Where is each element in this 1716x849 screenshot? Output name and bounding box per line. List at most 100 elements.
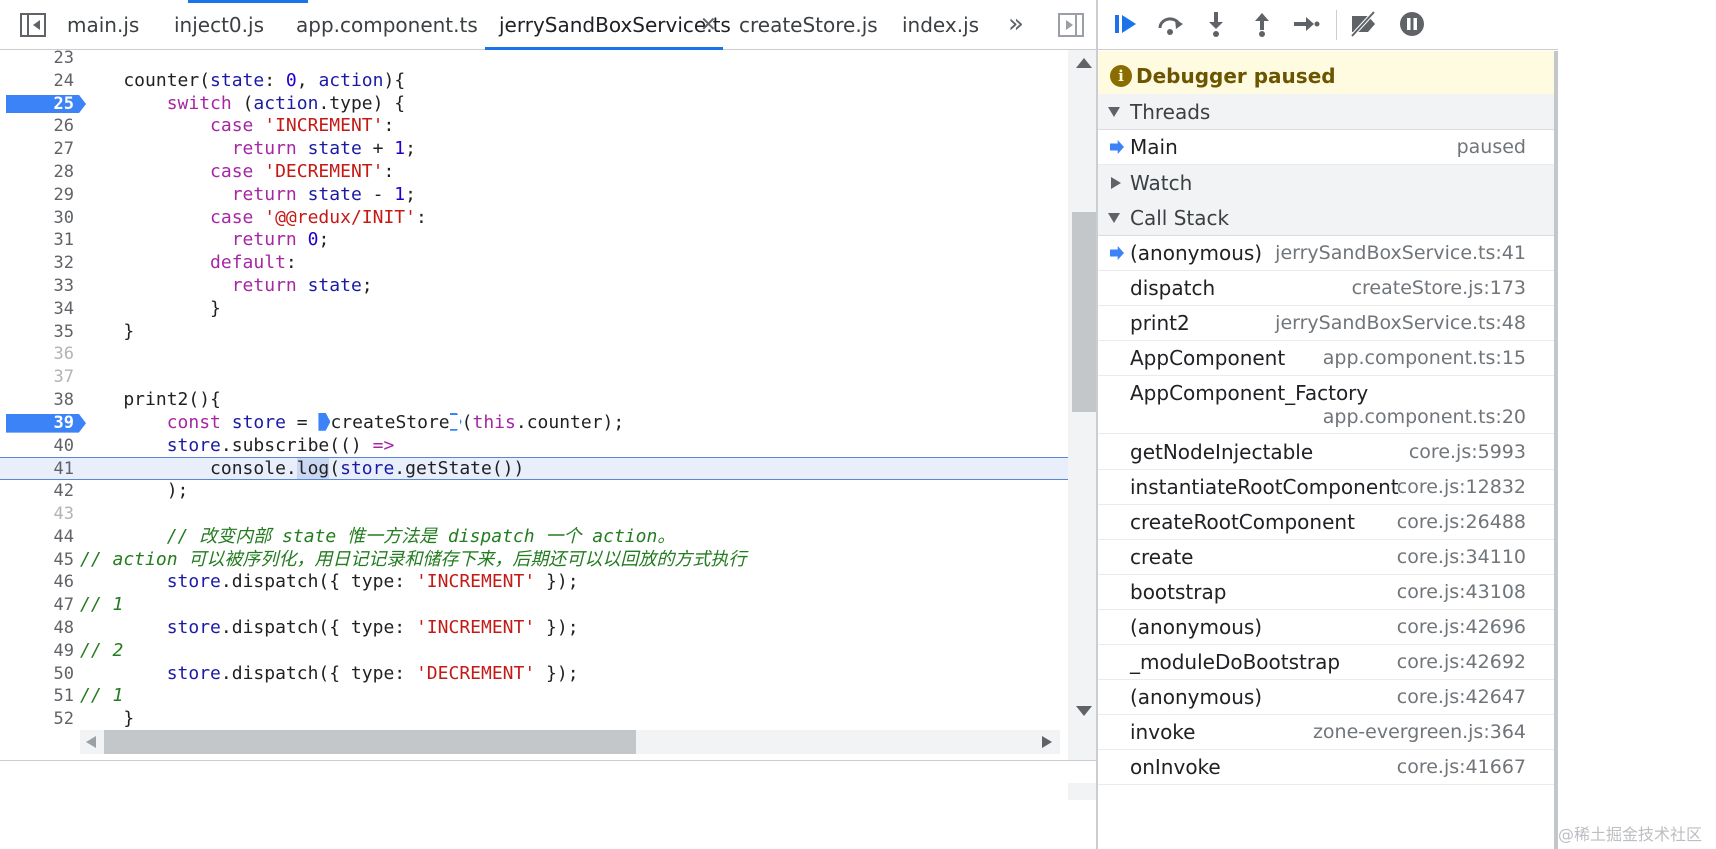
tab-main-js[interactable]: main.js [67, 0, 139, 50]
call-stack-frame[interactable]: bootstrap core.js:43108 [1098, 575, 1554, 610]
debugger-scrollbar[interactable] [1554, 51, 1558, 849]
line-number[interactable]: 35 [0, 321, 74, 344]
code-line[interactable]: 31 return 0; [0, 229, 1068, 252]
call-stack-frame[interactable]: (anonymous) core.js:42696 [1098, 610, 1554, 645]
code-line[interactable]: 32 default: [0, 252, 1068, 275]
line-number[interactable]: 36 [0, 343, 74, 366]
frame-location-link[interactable]: app.component.ts:15 [1323, 341, 1526, 376]
line-number[interactable]: 51 [0, 685, 74, 708]
code-line[interactable]: 38 print2(){ [0, 389, 1068, 412]
code-line[interactable]: 27 return state + 1; [0, 138, 1068, 161]
call-stack-frame[interactable]: _moduleDoBootstrap core.js:42692 [1098, 645, 1554, 680]
frame-location-link[interactable]: core.js:42692 [1397, 645, 1526, 680]
pause-on-exceptions-button[interactable] [1396, 10, 1428, 40]
toggle-navigator-icon[interactable] [20, 13, 46, 37]
line-number[interactable]: 41 [0, 458, 74, 481]
frame-location-link[interactable]: core.js:26488 [1397, 505, 1526, 540]
frame-location-link[interactable]: core.js:34110 [1397, 540, 1526, 575]
line-number[interactable]: 25 [0, 93, 74, 116]
code-line[interactable]: 49 // 2 [0, 640, 1068, 663]
tab-createstore-js[interactable]: createStore.js [739, 0, 878, 50]
frame-location-link[interactable]: jerrySandBoxService.ts:41 [1275, 236, 1526, 271]
line-number[interactable]: 34 [0, 298, 74, 321]
frame-location-link[interactable]: app.component.ts:20 [1323, 400, 1526, 435]
code-line[interactable]: 45 // action 可以被序列化，用日记记录和储存下来，后期还可以以回放的方… [0, 549, 1068, 572]
line-number[interactable]: 42 [0, 480, 74, 503]
line-number[interactable]: 30 [0, 207, 74, 230]
frame-location-link[interactable]: core.js:12832 [1397, 470, 1526, 505]
step-out-button[interactable] [1246, 10, 1278, 40]
code-line[interactable]: 28 case 'DECREMENT': [0, 161, 1068, 184]
code-line[interactable]: 24 counter(state: 0, action){ [0, 70, 1068, 93]
scroll-left-icon[interactable] [86, 736, 96, 748]
code-line[interactable]: 33 return state; [0, 275, 1068, 298]
thread-row-main[interactable]: Main paused [1098, 130, 1554, 165]
code-line[interactable]: 50 store.dispatch({ type: 'DECREMENT' })… [0, 663, 1068, 686]
frame-location-link[interactable]: core.js:5993 [1409, 435, 1526, 470]
line-number[interactable]: 48 [0, 617, 74, 640]
code-line[interactable]: 43 [0, 503, 1068, 526]
code-line[interactable]: 35 } [0, 321, 1068, 344]
call-stack-frame[interactable]: dispatch createStore.js:173 [1098, 271, 1554, 306]
line-number[interactable]: 52 [0, 708, 74, 730]
line-number[interactable]: 37 [0, 366, 74, 389]
code-line[interactable]: 46 store.dispatch({ type: 'INCREMENT' })… [0, 571, 1068, 594]
line-number[interactable]: 47 [0, 594, 74, 617]
frame-location-link[interactable]: zone-evergreen.js:364 [1313, 715, 1526, 750]
frame-location-link[interactable]: core.js:42696 [1397, 610, 1526, 645]
code-line[interactable]: 40 store.subscribe(() => [0, 435, 1068, 458]
line-number[interactable]: 39 [0, 412, 74, 435]
code-line[interactable]: 34 } [0, 298, 1068, 321]
call-stack-frame[interactable]: AppComponent_Factory app.component.ts:20 [1098, 376, 1554, 434]
scroll-up-icon[interactable] [1076, 58, 1092, 68]
code-line[interactable]: 25 switch (action.type) { [0, 93, 1068, 116]
line-number[interactable]: 44 [0, 526, 74, 549]
call-stack-frame[interactable]: (anonymous) core.js:42647 [1098, 680, 1554, 715]
code-editor[interactable]: 23 24 counter(state: 0, action){25 switch… [0, 50, 1068, 730]
code-line[interactable]: 37 [0, 366, 1068, 389]
code-line[interactable]: 26 case 'INCREMENT': [0, 115, 1068, 138]
line-number[interactable]: 40 [0, 435, 74, 458]
code-line[interactable]: 39 const store = createStore (this.counte… [0, 412, 1068, 435]
code-line[interactable]: 23 [0, 50, 1068, 70]
code-line[interactable]: 36 [0, 343, 1068, 366]
line-number[interactable]: 38 [0, 389, 74, 412]
code-line[interactable]: 42 ); [0, 480, 1068, 503]
threads-section-header[interactable]: Threads [1098, 94, 1554, 130]
toggle-debugger-icon[interactable] [1058, 13, 1084, 37]
watch-section-header[interactable]: Watch [1098, 165, 1554, 201]
call-stack-frame[interactable]: createRootComponent core.js:26488 [1098, 505, 1554, 540]
line-number[interactable]: 29 [0, 184, 74, 207]
call-stack-frame[interactable]: create core.js:34110 [1098, 540, 1554, 575]
code-line[interactable]: 44 // 改变内部 state 惟一方法是 dispatch 一个 actio… [0, 526, 1068, 549]
call-stack-frame[interactable]: instantiateRootComponent core.js:12832 [1098, 470, 1554, 505]
code-line[interactable]: 29 return state - 1; [0, 184, 1068, 207]
vertical-scroll-thumb[interactable] [1072, 212, 1096, 412]
call-stack-section-header[interactable]: Call Stack [1098, 200, 1554, 236]
code-line-current[interactable]: 41 console.log(store.getState()) [0, 457, 1068, 481]
line-number[interactable]: 50 [0, 663, 74, 686]
tab-app-component-ts[interactable]: app.component.ts [296, 0, 478, 50]
deactivate-breakpoints-button[interactable] [1348, 10, 1380, 40]
frame-location-link[interactable]: jerrySandBoxService.ts:48 [1275, 306, 1526, 341]
line-number[interactable]: 46 [0, 571, 74, 594]
more-tabs-icon[interactable]: » [1008, 0, 1024, 50]
horizontal-scroll-thumb[interactable] [104, 730, 636, 754]
line-number[interactable]: 27 [0, 138, 74, 161]
line-number[interactable]: 28 [0, 161, 74, 184]
line-number[interactable]: 32 [0, 252, 74, 275]
line-number[interactable]: 31 [0, 229, 74, 252]
call-stack-frame[interactable]: AppComponent app.component.ts:15 [1098, 341, 1554, 376]
code-line[interactable]: 47 // 1 [0, 594, 1068, 617]
call-stack-frame[interactable]: invoke zone-evergreen.js:364 [1098, 715, 1554, 750]
line-number[interactable]: 23 [0, 50, 74, 70]
close-tab-icon[interactable]: ✕ [700, 0, 717, 50]
editor-horizontal-scrollbar[interactable] [80, 730, 1060, 754]
code-line[interactable]: 30 case '@@redux/INIT': [0, 207, 1068, 230]
frame-location-link[interactable]: core.js:43108 [1397, 575, 1526, 610]
tab-jerrysandboxservice-ts[interactable]: jerrySandBoxService.ts [485, 0, 731, 50]
line-number[interactable]: 24 [0, 70, 74, 93]
step-into-button[interactable] [1200, 10, 1232, 40]
code-line[interactable]: 52 } [0, 708, 1068, 730]
call-stack-frame[interactable]: getNodeInjectable core.js:5993 [1098, 435, 1554, 470]
